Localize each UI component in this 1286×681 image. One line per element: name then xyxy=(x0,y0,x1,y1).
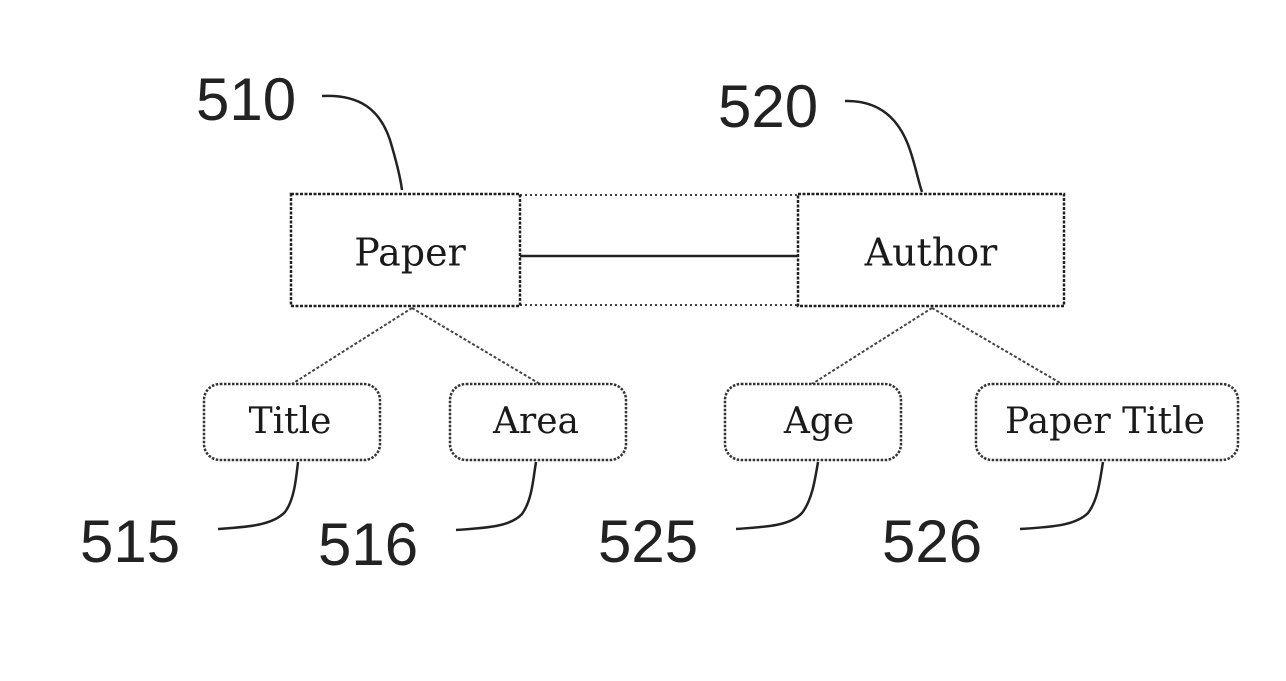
er-diagram: Paper Author Title Area Age Paper Title … xyxy=(80,66,1240,578)
relationship-connector xyxy=(520,194,798,306)
attribute-branches xyxy=(291,307,1063,385)
attribute-paper-title[interactable]: Paper Title xyxy=(974,382,1240,462)
leader-510 xyxy=(321,94,404,191)
branch-paper-area xyxy=(411,307,541,385)
leader-525 xyxy=(735,461,820,531)
attribute-title[interactable]: Title xyxy=(202,382,382,462)
branch-author-paper-title xyxy=(931,307,1063,385)
ref-520: 520 xyxy=(718,73,818,140)
ref-526: 526 xyxy=(882,508,982,575)
entity-author[interactable]: Author xyxy=(796,192,1066,308)
attribute-area-label: Area xyxy=(492,401,579,442)
entity-paper-label: Paper xyxy=(354,231,466,275)
ref-516: 516 xyxy=(318,511,418,578)
attribute-title-label: Title xyxy=(249,401,332,442)
attribute-age[interactable]: Age xyxy=(723,382,903,462)
leader-lines xyxy=(217,94,1105,532)
branch-author-age xyxy=(811,307,933,385)
entity-paper[interactable]: Paper xyxy=(289,192,522,308)
reference-numerals: 510 520 515 516 525 526 xyxy=(80,66,982,578)
leader-526 xyxy=(1019,461,1105,531)
ref-525: 525 xyxy=(598,508,698,575)
attribute-paper-title-label: Paper Title xyxy=(1005,401,1205,442)
ref-510: 510 xyxy=(196,66,296,133)
leader-516 xyxy=(455,461,538,532)
attribute-area[interactable]: Area xyxy=(448,382,628,462)
entity-author-label: Author xyxy=(864,231,999,275)
leader-520 xyxy=(844,99,924,193)
attribute-age-label: Age xyxy=(783,401,854,442)
branch-paper-title xyxy=(291,307,413,385)
ref-515: 515 xyxy=(80,508,180,575)
leader-515 xyxy=(217,461,300,531)
